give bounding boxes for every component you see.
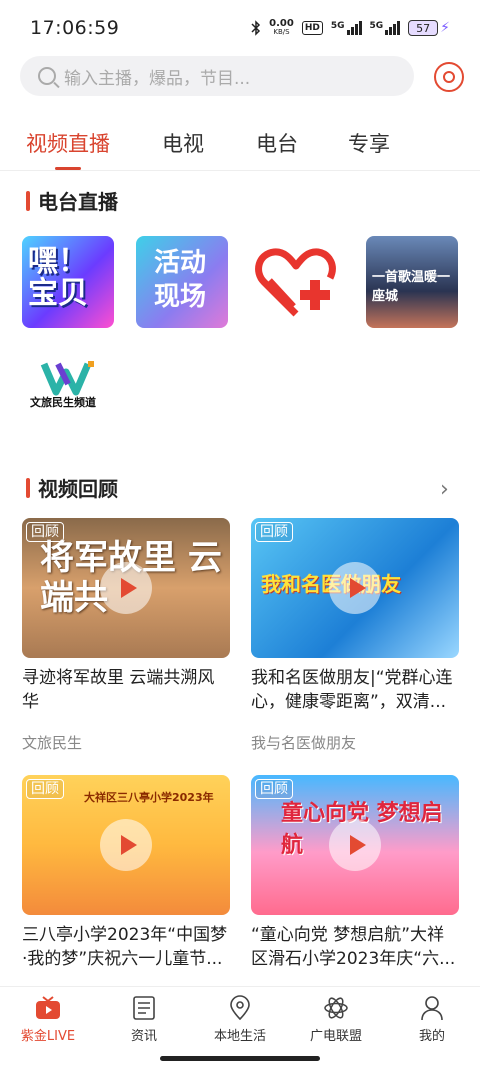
status-bar: 17:06:59 0.00 KB/S HD 5G 5G 57 ⚡ <box>0 0 480 56</box>
play-icon[interactable] <box>100 819 152 871</box>
user-icon <box>421 996 443 1021</box>
station-label: 文旅民生频道 <box>30 396 96 409</box>
nav-local-life[interactable]: 本地生活 <box>192 987 288 1050</box>
divider <box>0 170 480 171</box>
bottom-nav: 紫金LIVE 资讯 本地生活 广电联盟 我的 <box>0 986 480 1050</box>
nav-label: 我的 <box>418 1029 445 1044</box>
play-icon[interactable] <box>329 819 381 871</box>
nav-label: 广电联盟 <box>309 1029 362 1044</box>
search-icon <box>38 67 56 85</box>
play-icon[interactable] <box>100 562 152 614</box>
record-disc-icon[interactable] <box>434 62 464 92</box>
station-label: 嘿！宝贝 <box>28 244 88 311</box>
signal-icon-2: 5G <box>370 21 401 35</box>
replay-badge: 回顾 <box>26 522 64 542</box>
heart-cross-icon <box>255 248 336 317</box>
section-video-label: 视频回顾 <box>38 477 118 501</box>
search-input[interactable]: 输入主播，爆品，节目... <box>20 56 414 96</box>
atom-icon <box>324 997 348 1019</box>
video-thumbnail: 童心向党 梦想启航 回顾 <box>251 775 459 915</box>
station-label: 一首歌温暖一座城 <box>372 270 451 304</box>
station-label: 活动现场 <box>154 248 207 312</box>
section-radio-title: 电台直播 <box>26 186 118 215</box>
nav-profile[interactable]: 我的 <box>384 987 480 1050</box>
location-pin-icon <box>230 995 250 1021</box>
tab-radio[interactable]: 电台 <box>256 128 298 158</box>
section-radio-label: 电台直播 <box>38 190 118 214</box>
section-video-title: 视频回顾 <box>26 473 118 502</box>
status-time: 17:06:59 <box>30 17 120 39</box>
nav-news[interactable]: 资讯 <box>96 987 192 1050</box>
nav-label: 紫金LIVE <box>20 1029 76 1044</box>
w-logo-icon <box>40 361 94 396</box>
replay-badge: 回顾 <box>255 779 293 799</box>
tab-exclusive[interactable]: 专享 <box>348 128 390 158</box>
hd-icon: HD <box>301 21 323 35</box>
search-row: 输入主播，爆品，节目... <box>0 56 480 96</box>
home-indicator[interactable] <box>160 1056 320 1061</box>
station-health[interactable] <box>250 236 342 328</box>
battery-icon: 57 ⚡ <box>408 20 450 36</box>
video-title: 三八亭小学2023年“中国梦·我的梦”庆祝六一儿童节... <box>22 925 228 969</box>
video-card[interactable]: 我和名医做朋友 回顾 我和名医做朋友|“党群心连心，健康零距离”，双清... 我… <box>251 518 459 753</box>
video-thumbnail: 大祥区三八亭小学2023年 回顾 <box>22 775 230 915</box>
video-card[interactable]: 童心向党 梦想启航 回顾 “童心向党 梦想启航”大祥区滑石小学2023年庆“六.… <box>251 775 459 989</box>
video-title: 我和名医做朋友|“党群心连心，健康零距离”，双清... <box>251 668 453 712</box>
replay-badge: 回顾 <box>26 779 64 799</box>
station-activity[interactable]: 活动现场 <box>136 236 228 328</box>
video-channel: 文旅民生 <box>22 734 83 752</box>
play-icon[interactable] <box>329 562 381 614</box>
signal-icon-1: 5G <box>331 21 362 35</box>
video-title: “童心向党 梦想启航”大祥区滑石小学2023年庆“六... <box>251 925 456 969</box>
tab-video-live[interactable]: 视频直播 <box>26 128 110 158</box>
video-card[interactable]: 大祥区三八亭小学2023年 回顾 三八亭小学2023年“中国梦·我的梦”庆祝六一… <box>22 775 230 989</box>
station-heibaobei[interactable]: 嘿！宝贝 <box>22 236 114 328</box>
tv-play-icon <box>36 996 60 1019</box>
video-channel: 我与名医做朋友 <box>251 734 357 752</box>
nav-label: 本地生活 <box>213 1029 266 1044</box>
network-speed: 0.00 KB/S <box>269 18 294 37</box>
tab-tv[interactable]: 电视 <box>162 128 204 158</box>
station-culture-tourism[interactable]: 文旅民生频道 <box>22 354 114 446</box>
document-icon <box>133 996 155 1020</box>
nav-alliance[interactable]: 广电联盟 <box>288 987 384 1050</box>
section-accent <box>26 477 30 498</box>
tab-bar: 视频直播 电视 电台 专享 <box>0 120 480 172</box>
video-thumbnail: 将军故里 云端共 回顾 <box>22 518 230 658</box>
chevron-right-icon[interactable]: › <box>440 477 449 502</box>
video-card[interactable]: 将军故里 云端共 回顾 寻迹将军故里 云端共溯风华 文旅民生 <box>22 518 230 753</box>
thumbnail-text: 大祥区三八亭小学2023年 <box>84 791 214 804</box>
bluetooth-icon <box>251 20 261 36</box>
video-thumbnail: 我和名医做朋友 回顾 <box>251 518 459 658</box>
nav-label: 资讯 <box>130 1029 157 1044</box>
video-title: 寻迹将军故里 云端共溯风华 <box>22 668 215 712</box>
station-song-city[interactable]: 一首歌温暖一座城 <box>366 236 458 328</box>
gesture-area <box>0 1050 480 1072</box>
section-accent <box>26 190 30 211</box>
replay-badge: 回顾 <box>255 522 293 542</box>
status-icons: 0.00 KB/S HD 5G 5G 57 ⚡ <box>251 19 450 37</box>
search-placeholder: 输入主播，爆品，节目... <box>64 68 251 89</box>
nav-live[interactable]: 紫金LIVE <box>0 987 96 1050</box>
